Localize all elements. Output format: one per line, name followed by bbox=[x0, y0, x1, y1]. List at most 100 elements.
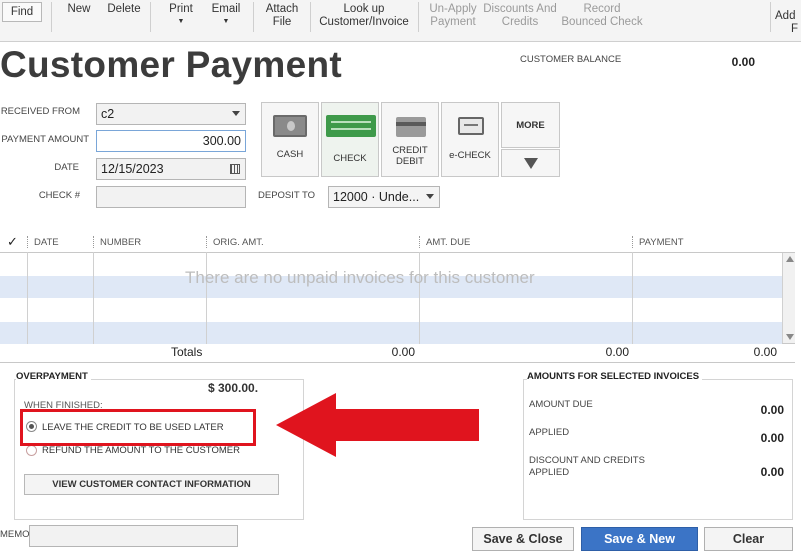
column-gridline bbox=[93, 252, 94, 344]
memo-label: MEMO bbox=[0, 529, 30, 540]
record-label: Record bbox=[583, 3, 621, 15]
save-new-button[interactable]: Save & New bbox=[581, 527, 698, 551]
email-label: Email bbox=[211, 3, 241, 15]
applied-value: 0.00 bbox=[760, 431, 784, 445]
cash-button[interactable]: CASH bbox=[261, 102, 319, 177]
check-number-label: CHECK # bbox=[38, 190, 80, 201]
totals-label: Totals bbox=[171, 345, 203, 359]
received-from-value: c2 bbox=[101, 107, 115, 121]
echeck-label: e-CHECK bbox=[449, 150, 491, 161]
column-divider bbox=[206, 236, 207, 248]
overpayment-amount: $ 300.00. bbox=[208, 381, 259, 395]
amount-due-value: 0.00 bbox=[760, 403, 784, 417]
check-method-button[interactable]: CHECK bbox=[321, 102, 379, 177]
memo-input[interactable] bbox=[29, 525, 238, 547]
calendar-icon[interactable] bbox=[230, 164, 240, 174]
more-dropdown-button[interactable] bbox=[501, 149, 560, 177]
column-header-orig-amt[interactable]: ORIG. AMT. bbox=[213, 237, 264, 248]
scroll-down-icon[interactable] bbox=[786, 334, 794, 340]
column-header-amt-due[interactable]: AMT. DUE bbox=[426, 237, 470, 248]
attach-file-button[interactable]: Attach File bbox=[258, 0, 306, 42]
selected-amounts-title: AMOUNTS FOR SELECTED INVOICES bbox=[527, 371, 703, 382]
add-label: Add bbox=[775, 10, 796, 22]
deposit-to-dropdown[interactable]: 12000 · Unde... bbox=[328, 186, 440, 208]
cash-icon bbox=[273, 115, 307, 137]
chevron-down-icon: ▼ bbox=[177, 18, 185, 25]
date-label: DATE bbox=[54, 162, 79, 173]
toolbar-divider bbox=[770, 2, 771, 32]
payment-amount-label: PAYMENT AMOUNT bbox=[1, 134, 89, 145]
find-button[interactable]: Find bbox=[2, 2, 42, 22]
clear-button[interactable]: Clear bbox=[704, 527, 793, 551]
column-gridline bbox=[27, 252, 28, 344]
toolbar-divider bbox=[418, 2, 419, 32]
email-dropdown[interactable]: Email ▼ bbox=[206, 0, 246, 42]
unapply-payment-button[interactable]: Un-Apply Payment bbox=[424, 0, 482, 42]
red-arrow-annotation bbox=[276, 393, 479, 457]
save-close-button[interactable]: Save & Close bbox=[472, 527, 574, 551]
new-button[interactable]: New bbox=[60, 0, 98, 42]
chevron-down-icon bbox=[232, 111, 240, 116]
toolbar-divider bbox=[310, 2, 311, 32]
toolbar-divider bbox=[253, 2, 254, 32]
discount-credits-value: 0.00 bbox=[760, 465, 784, 479]
select-all-checkmark[interactable]: ✓ bbox=[7, 234, 18, 250]
triangle-down-icon bbox=[524, 158, 538, 169]
page-title: Customer Payment bbox=[0, 44, 343, 85]
chevron-down-icon: ▼ bbox=[222, 18, 230, 25]
customer-balance-value: 0.00 bbox=[731, 55, 755, 69]
add-button[interactable]: Add F bbox=[775, 0, 799, 42]
discounts-label: Discounts And bbox=[483, 3, 557, 15]
chevron-down-icon bbox=[426, 194, 434, 199]
table-row[interactable] bbox=[0, 299, 782, 321]
table-row[interactable] bbox=[0, 322, 782, 344]
toolbar-divider bbox=[150, 2, 151, 32]
more-button[interactable]: MORE bbox=[501, 102, 560, 148]
add-label-2: F bbox=[791, 23, 799, 35]
date-field[interactable]: 12/15/2023 bbox=[96, 158, 246, 180]
check-label: CHECK bbox=[333, 153, 367, 164]
total-payment: 0.00 bbox=[753, 345, 777, 359]
view-customer-contact-button[interactable]: VIEW CUSTOMER CONTACT INFORMATION bbox=[24, 474, 279, 495]
column-header-number[interactable]: NUMBER bbox=[100, 237, 141, 248]
record-bounced-check-button[interactable]: Record Bounced Check bbox=[560, 0, 644, 42]
lookup-customer-button[interactable]: Look up Customer/Invoice bbox=[316, 0, 412, 42]
delete-label: Delete bbox=[107, 3, 141, 15]
empty-table-message: There are no unpaid invoices for this cu… bbox=[185, 268, 535, 287]
column-header-payment[interactable]: PAYMENT bbox=[639, 237, 684, 248]
total-orig-amount: 0.00 bbox=[391, 345, 415, 359]
column-divider bbox=[632, 236, 633, 248]
unapply-label: Un-Apply bbox=[429, 3, 477, 15]
lookup-label-2: Customer/Invoice bbox=[319, 16, 409, 28]
echeck-button[interactable]: e-CHECK bbox=[441, 102, 499, 177]
received-from-label: RECEIVED FROM bbox=[0, 106, 80, 117]
unapply-label-2: Payment bbox=[430, 16, 476, 28]
applied-label: APPLIED bbox=[529, 427, 570, 438]
column-gridline bbox=[206, 252, 207, 344]
scroll-up-icon[interactable] bbox=[786, 256, 794, 262]
refund-radio[interactable] bbox=[26, 445, 37, 456]
check-number-input[interactable] bbox=[96, 186, 246, 208]
total-amount-due: 0.00 bbox=[605, 345, 629, 359]
column-header-date[interactable]: DATE bbox=[34, 237, 59, 248]
deposit-to-label: DEPOSIT TO bbox=[258, 190, 316, 201]
received-from-dropdown[interactable]: c2 bbox=[96, 103, 246, 125]
customer-balance-label: CUSTOMER BALANCE bbox=[520, 54, 622, 65]
record-label-2: Bounced Check bbox=[561, 16, 643, 28]
column-gridline bbox=[419, 252, 420, 344]
new-label: New bbox=[67, 3, 91, 15]
print-dropdown[interactable]: Print ▼ bbox=[162, 0, 200, 42]
discounts-credits-button[interactable]: Discounts And Credits bbox=[482, 0, 558, 42]
check-icon bbox=[326, 115, 376, 137]
toolbar-divider bbox=[51, 2, 52, 32]
amount-due-label: AMOUNT DUE bbox=[529, 399, 593, 410]
divider bbox=[0, 362, 795, 363]
credit-debit-button[interactable]: CREDIT DEBIT bbox=[381, 102, 439, 177]
delete-button[interactable]: Delete bbox=[102, 0, 146, 42]
table-scrollbar[interactable] bbox=[782, 253, 795, 343]
payment-amount-input[interactable]: 300.00 bbox=[96, 130, 246, 152]
date-value: 12/15/2023 bbox=[101, 162, 164, 176]
monitor-icon bbox=[458, 117, 484, 135]
refund-label[interactable]: REFUND THE AMOUNT TO THE CUSTOMER bbox=[42, 445, 240, 456]
attach-label-2: File bbox=[272, 16, 292, 28]
